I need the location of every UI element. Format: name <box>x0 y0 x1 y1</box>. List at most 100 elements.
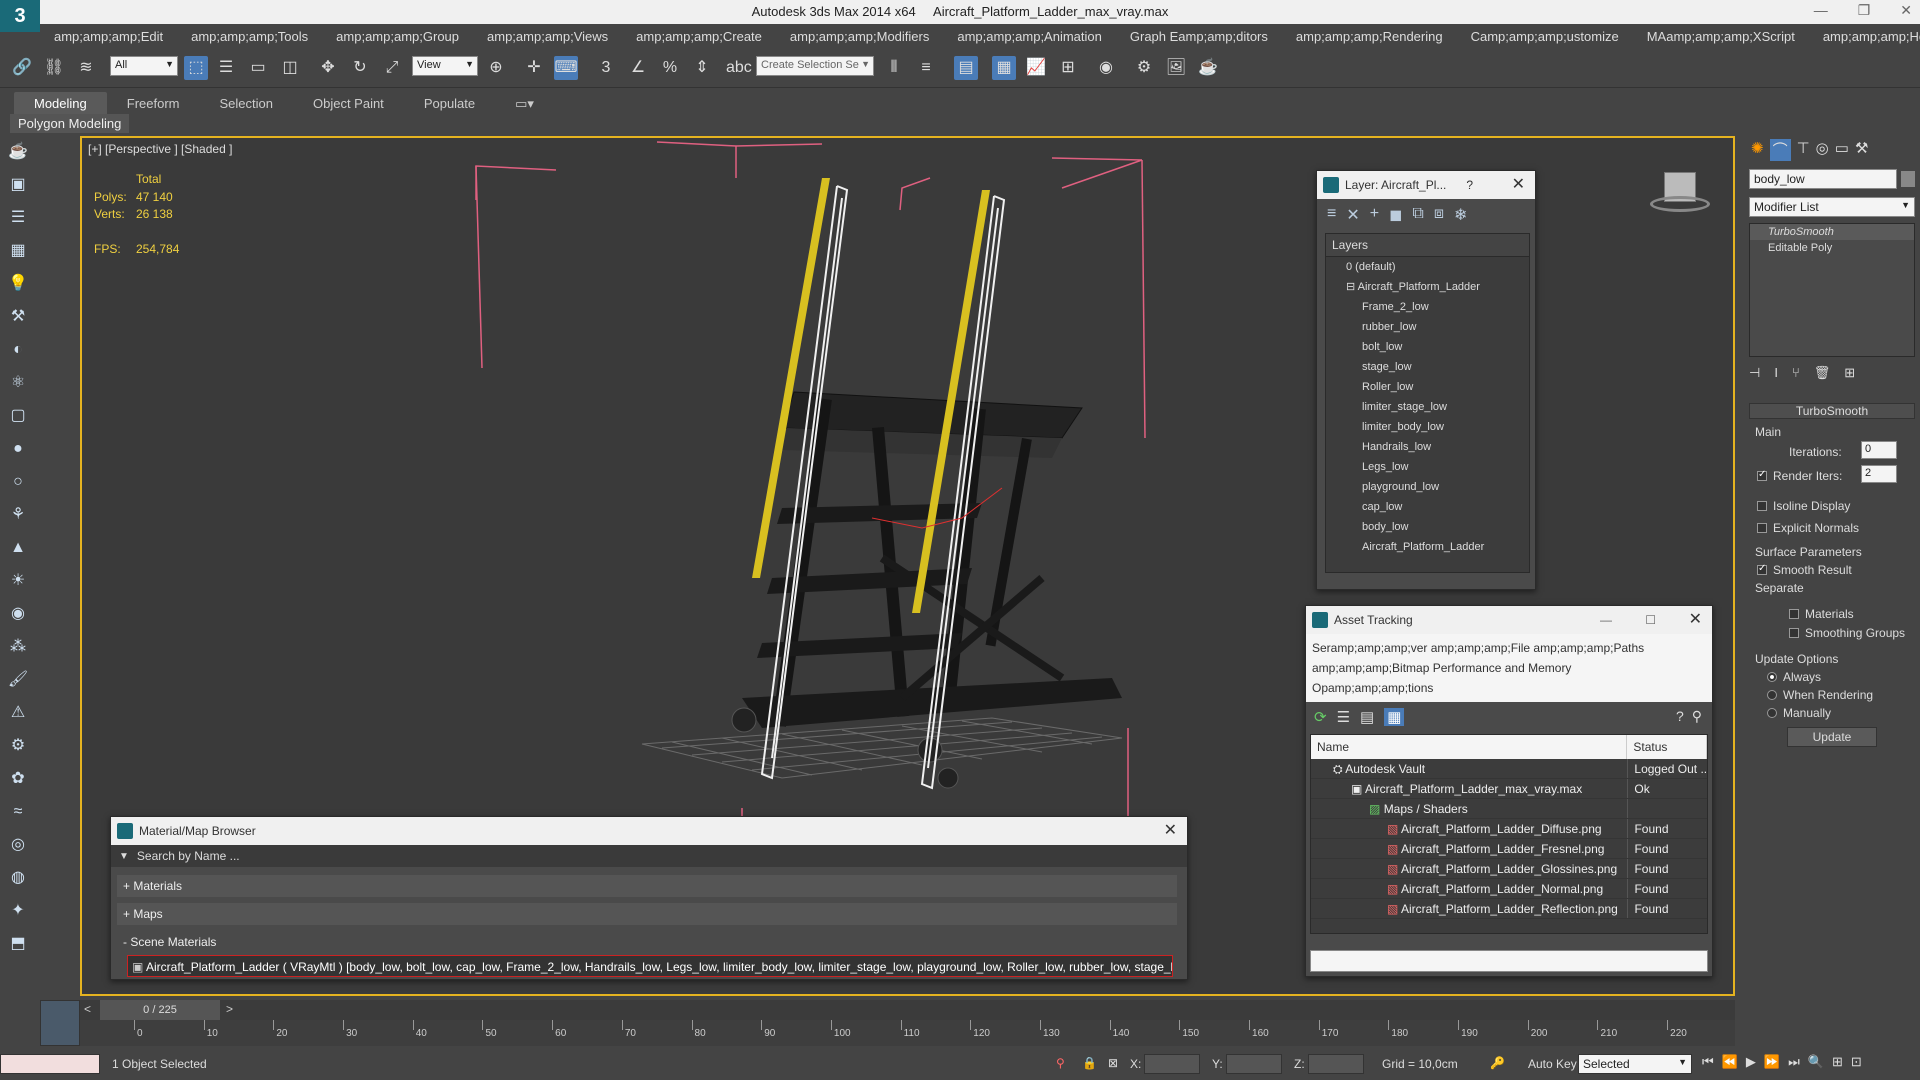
object-name-input[interactable]: body_low <box>1749 169 1897 189</box>
shell-icon[interactable]: ◎ <box>0 828 36 861</box>
unlink-icon[interactable]: ⛓ <box>42 56 66 80</box>
asset-menu-line-1[interactable]: Seramp;amp;amp;ver amp;amp;amp;File amp;… <box>1312 638 1706 658</box>
update-always-radio[interactable]: Always <box>1767 670 1821 684</box>
z-coordinate-input[interactable] <box>1308 1054 1364 1074</box>
table-row[interactable]: ▧ Aircraft_Platform_Ladder_Normal.png Fou… <box>1311 879 1707 899</box>
sun-icon[interactable]: ☀ <box>0 564 36 597</box>
asset-tracking-panel[interactable]: Asset Tracking — ☐ ✕ Seramp;amp;amp;ver … <box>1305 605 1713 977</box>
tool-icon-25[interactable]: ⬒ <box>0 927 36 960</box>
menu-graph-editors[interactable]: Graph Eamp;amp;ditors <box>1116 29 1282 44</box>
tool-icon-12[interactable]: ⚘ <box>0 498 36 531</box>
maximize-icon[interactable]: ☐ <box>1645 606 1656 634</box>
align-icon[interactable]: ≡ <box>914 56 938 80</box>
minimize-icon[interactable]: — <box>1600 606 1612 634</box>
tab-selection[interactable]: Selection <box>200 92 293 116</box>
material-map-browser[interactable]: Material/Map Browser ✕ ▼ Search by Name … <box>110 816 1188 980</box>
table-row[interactable]: ▧ Aircraft_Platform_Ladder_Reflection.pn… <box>1311 899 1707 919</box>
tool-icon-8[interactable]: ⚛ <box>0 366 36 399</box>
explicit-normals-checkbox[interactable]: Explicit Normals <box>1757 521 1859 535</box>
absolute-mode-icon[interactable]: ⊠ <box>1108 1056 1118 1070</box>
previous-frame-icon[interactable]: ⏪ <box>1722 1054 1738 1070</box>
x-coordinate-input[interactable] <box>1144 1054 1200 1074</box>
layer-hide-icon[interactable]: ⧈ <box>1434 205 1444 225</box>
hierarchy-panel-icon[interactable]: ⊤ <box>1797 139 1810 161</box>
layer-freeze-icon[interactable]: ❄ <box>1454 205 1467 225</box>
tab-modeling[interactable]: Modeling <box>14 92 107 116</box>
layer-row[interactable]: Aircraft_Platform_Ladder <box>1326 537 1529 557</box>
menu-views[interactable]: amp;amp;amp;Views <box>473 29 622 44</box>
stack-item-turbosmooth[interactable]: TurboSmooth <box>1750 224 1914 240</box>
mini-listener-icon[interactable] <box>40 1000 80 1046</box>
turbosmooth-rollout-title[interactable]: TurboSmooth <box>1749 403 1915 419</box>
object-color-swatch[interactable] <box>1901 171 1915 187</box>
light-icon[interactable]: 💡 <box>0 267 36 300</box>
layer-panel-help[interactable]: ? <box>1466 171 1473 199</box>
link-icon[interactable]: 🔗 <box>10 56 34 80</box>
table-row[interactable]: ⛭ Autodesk Vault Logged Out ... <box>1311 759 1707 779</box>
time-slider-thumb[interactable]: 0 / 225 <box>100 1000 220 1020</box>
rendered-frame-window-icon[interactable]: 🖼 <box>1164 56 1188 80</box>
stack-item-editable-poly[interactable]: Editable Poly <box>1750 240 1914 256</box>
app-logo-icon[interactable]: 3 <box>0 0 40 32</box>
percent-snap-icon[interactable]: % <box>658 56 682 80</box>
settings-icon[interactable]: ⚙ <box>0 729 36 762</box>
make-unique-icon[interactable]: ⑂ <box>1792 365 1800 381</box>
menu-create[interactable]: amp;amp;amp;Create <box>622 29 776 44</box>
selection-filter-select[interactable]: All ▼ <box>110 56 178 76</box>
asset-menu-line-2[interactable]: amp;amp;amp;Bitmap Performance and Memor… <box>1312 658 1706 678</box>
layer-row[interactable]: ⊟ Aircraft_Platform_Ladder <box>1326 277 1529 297</box>
render-icon[interactable]: ▣ <box>0 168 36 201</box>
isoline-display-checkbox[interactable]: Isoline Display <box>1757 499 1850 513</box>
layer-row[interactable]: Frame_2_low <box>1326 297 1529 317</box>
remove-modifier-icon[interactable]: 🗑 <box>1814 365 1831 381</box>
material-search-input[interactable]: Search by Name ... <box>137 849 240 863</box>
layer-row[interactable]: cap_low <box>1326 497 1529 517</box>
named-selection-set-input[interactable]: Create Selection Se ▼ <box>756 56 874 76</box>
refresh-icon[interactable]: ⟳ <box>1314 708 1327 726</box>
layer-row[interactable]: body_low <box>1326 517 1529 537</box>
asset-col-name[interactable]: Name <box>1311 735 1628 759</box>
select-by-name-icon[interactable]: ☰ <box>214 56 238 80</box>
detail-view-icon[interactable]: ▤ <box>1360 708 1374 726</box>
zoom-extents-icon[interactable]: ⊡ <box>1851 1054 1862 1070</box>
pivot-center-icon[interactable]: ⊕ <box>484 56 508 80</box>
menu-animation[interactable]: amp;amp;amp;Animation <box>943 29 1116 44</box>
menu-edit[interactable]: amp;amp;amp;Edit <box>40 29 177 44</box>
render-setup-icon[interactable]: ⚙ <box>1132 56 1156 80</box>
menu-group[interactable]: amp;amp;amp;Group <box>322 29 473 44</box>
tool-icon-24[interactable]: ✦ <box>0 894 36 927</box>
materials-group[interactable]: + Materials <box>117 875 1177 897</box>
asset-menu-line-3[interactable]: Opamp;amp;amp;tions <box>1312 678 1706 698</box>
layer-panel-header[interactable]: Layer: Aircraft_Pl... ? ✕ <box>1317 171 1535 199</box>
auto-key-button[interactable]: Auto Key <box>1528 1057 1577 1071</box>
list-view-icon[interactable]: ☰ <box>1337 708 1350 726</box>
layer-row[interactable]: stage_low <box>1326 357 1529 377</box>
grid-icon[interactable]: ▦ <box>0 234 36 267</box>
layer-row[interactable]: Legs_low <box>1326 457 1529 477</box>
time-slider[interactable]: < 0 / 225 > <box>80 1000 1735 1020</box>
close-icon[interactable]: ✕ <box>1900 2 1912 19</box>
asset-tracking-header[interactable]: Asset Tracking — ☐ ✕ <box>1306 606 1712 634</box>
y-coordinate-input[interactable] <box>1226 1054 1282 1074</box>
asset-col-status[interactable]: Status <box>1627 735 1707 759</box>
layer-row[interactable]: Roller_low <box>1326 377 1529 397</box>
ribbon-polygon-modeling[interactable]: Polygon Modeling <box>10 114 130 133</box>
menu-rendering[interactable]: amp;amp;amp;Rendering <box>1282 29 1457 44</box>
menu-tools[interactable]: amp;amp;amp;Tools <box>177 29 322 44</box>
asset-path-input[interactable] <box>1310 950 1708 972</box>
key-filter-select[interactable]: Selected ▼ <box>1578 1054 1692 1074</box>
smooth-result-checkbox[interactable]: Smooth Result <box>1757 563 1852 577</box>
play-icon[interactable]: ▶ <box>1746 1054 1756 1070</box>
maps-group[interactable]: + Maps <box>117 903 1177 925</box>
select-object-icon[interactable]: ⬚ <box>184 56 208 80</box>
close-icon[interactable]: ✕ <box>1512 171 1525 199</box>
key-icon[interactable]: 🔑 <box>1490 1056 1505 1070</box>
layer-create-icon[interactable]: ≡ <box>1327 205 1336 225</box>
edit-named-selection-icon[interactable]: abc <box>726 56 752 80</box>
render-iters-checkbox[interactable]: Render Iters: <box>1757 469 1842 483</box>
separate-smoothing-groups-checkbox[interactable]: Smoothing Groups <box>1789 626 1905 640</box>
scene-explorer-icon[interactable]: ▦ <box>992 56 1016 80</box>
ribbon-options-icon[interactable]: ▭▾ <box>495 92 554 116</box>
layer-add-icon[interactable]: + <box>1370 205 1379 225</box>
table-row[interactable]: ▧ Aircraft_Platform_Ladder_Fresnel.png Fo… <box>1311 839 1707 859</box>
